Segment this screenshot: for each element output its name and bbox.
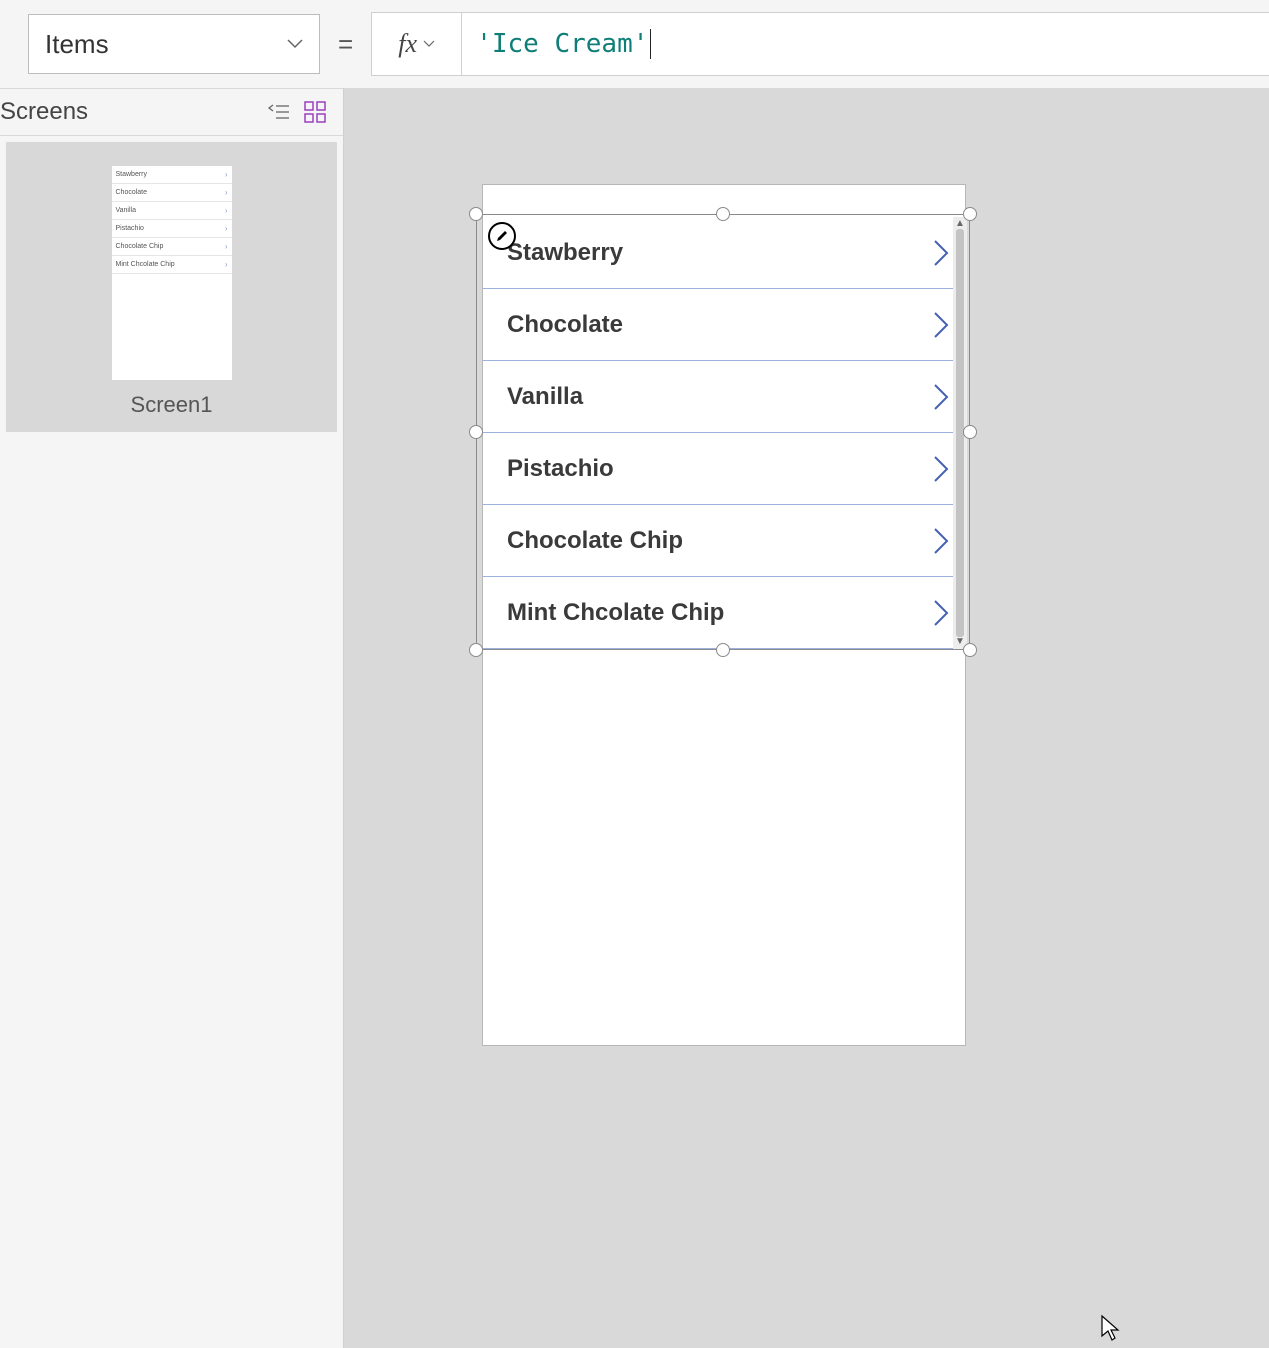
property-name: Items bbox=[45, 29, 109, 60]
fx-label: fx bbox=[398, 29, 417, 59]
thumb-row: Pistachio› bbox=[112, 220, 232, 238]
cursor-icon bbox=[1100, 1314, 1120, 1342]
pencil-icon bbox=[495, 229, 509, 243]
property-dropdown[interactable]: Items bbox=[28, 14, 320, 74]
equals-sign: = bbox=[338, 29, 353, 60]
canvas-area[interactable]: Stawberry Chocolate Vanilla Pistachio Ch… bbox=[344, 88, 1269, 1348]
collapse-list-icon[interactable] bbox=[261, 94, 297, 130]
item-label: Chocolate Chip bbox=[507, 527, 683, 555]
thumb-row: Stawberry› bbox=[112, 166, 232, 184]
list-item[interactable]: Stawberry bbox=[483, 217, 967, 289]
scroll-up-icon[interactable]: ▲ bbox=[955, 219, 965, 229]
item-label: Pistachio bbox=[507, 455, 614, 483]
chevron-right-icon[interactable] bbox=[931, 382, 951, 412]
item-label: Mint Chcolate Chip bbox=[507, 599, 724, 627]
list-item[interactable]: Vanilla bbox=[483, 361, 967, 433]
formula-bar: Items = fx 'Ice Cream' bbox=[0, 0, 1269, 88]
scrollbar-thumb[interactable] bbox=[956, 229, 964, 637]
item-label: Chocolate bbox=[507, 311, 623, 339]
thumb-row: Chocolate Chip› bbox=[112, 238, 232, 256]
gallery-control[interactable]: Stawberry Chocolate Vanilla Pistachio Ch… bbox=[483, 217, 967, 649]
scroll-down-icon[interactable]: ▼ bbox=[955, 637, 965, 647]
tree-title: Screens bbox=[0, 98, 261, 126]
gallery-list: Stawberry Chocolate Vanilla Pistachio Ch… bbox=[483, 217, 967, 649]
tree-panel: Screens Stawberry› Chocolate› Vanilla› P… bbox=[0, 88, 344, 1348]
chevron-down-icon bbox=[423, 40, 435, 48]
thumb-row: Vanilla› bbox=[112, 202, 232, 220]
chevron-right-icon[interactable] bbox=[931, 598, 951, 628]
resize-handle[interactable] bbox=[469, 425, 483, 439]
chevron-right-icon[interactable] bbox=[931, 526, 951, 556]
tree-header: Screens bbox=[0, 88, 343, 136]
list-item[interactable]: Pistachio bbox=[483, 433, 967, 505]
thumbnail-canvas: Stawberry› Chocolate› Vanilla› Pistachio… bbox=[112, 166, 232, 380]
thumb-row: Mint Chcolate Chip› bbox=[112, 256, 232, 274]
thumb-row: Chocolate› bbox=[112, 184, 232, 202]
scrollbar[interactable]: ▲ ▼ bbox=[953, 217, 967, 649]
thumbnail-view-icon[interactable] bbox=[297, 94, 333, 130]
chevron-right-icon[interactable] bbox=[931, 238, 951, 268]
resize-handle[interactable] bbox=[469, 207, 483, 221]
resize-handle[interactable] bbox=[469, 643, 483, 657]
item-label: Vanilla bbox=[507, 383, 583, 411]
fx-button[interactable]: fx bbox=[372, 13, 462, 75]
text-caret bbox=[650, 29, 651, 59]
screen-thumbnail[interactable]: Stawberry› Chocolate› Vanilla› Pistachio… bbox=[6, 142, 337, 432]
chevron-right-icon[interactable] bbox=[931, 310, 951, 340]
device-frame: Stawberry Chocolate Vanilla Pistachio Ch… bbox=[482, 184, 966, 1046]
chevron-right-icon[interactable] bbox=[931, 454, 951, 484]
list-item[interactable]: Chocolate Chip bbox=[483, 505, 967, 577]
formula-input-wrap: fx 'Ice Cream' bbox=[371, 12, 1269, 76]
list-item[interactable]: Chocolate bbox=[483, 289, 967, 361]
formula-input[interactable]: 'Ice Cream' bbox=[462, 13, 1269, 75]
screen-name: Screen1 bbox=[58, 392, 285, 418]
chevron-down-icon bbox=[287, 39, 303, 49]
list-item[interactable]: Mint Chcolate Chip bbox=[483, 577, 967, 649]
formula-text: 'Ice Cream' bbox=[476, 29, 648, 59]
edit-template-button[interactable] bbox=[488, 222, 516, 250]
item-label: Stawberry bbox=[507, 239, 623, 267]
